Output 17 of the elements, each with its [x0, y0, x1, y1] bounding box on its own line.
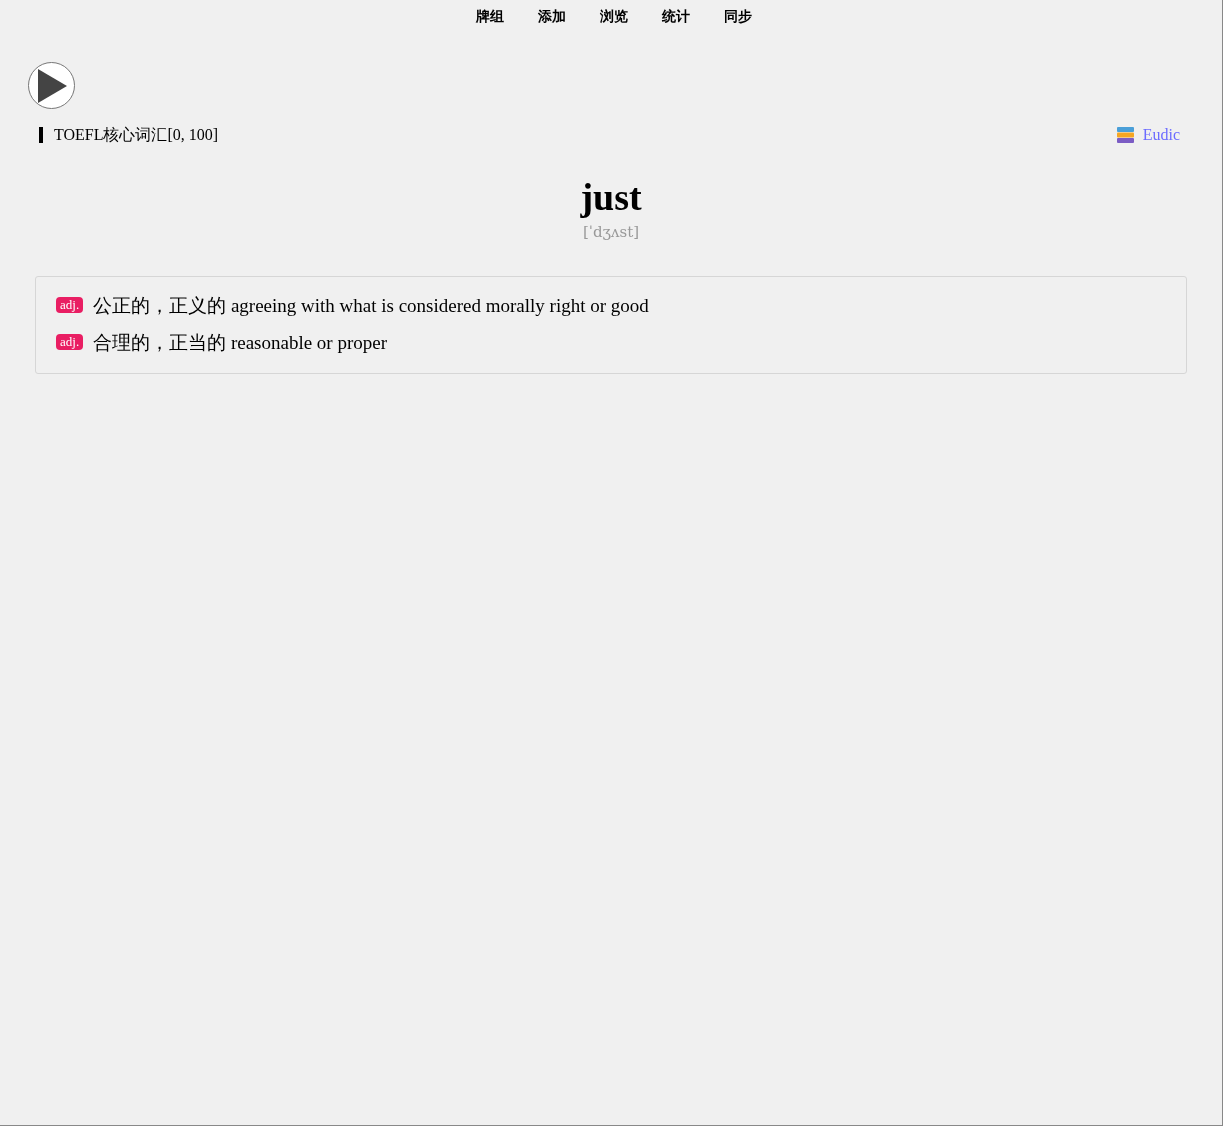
nav-link[interactable]: 浏览	[599, 6, 628, 26]
nav-link[interactable]: 统计	[661, 6, 690, 26]
nav-link[interactable]: 牌组	[475, 6, 504, 26]
part-of-speech-tag: adj.	[56, 334, 84, 350]
part-of-speech-tag: adj.	[56, 297, 84, 313]
deck-name: TOEFL核心词汇[0, 100]	[54, 125, 219, 145]
eudic-link[interactable]: Eudic	[1142, 123, 1180, 147]
phonetic: [ˈdʒʌst]	[582, 222, 640, 243]
definition-text: 公正的，正义的 agreeing with what is considered morally right or good	[93, 293, 649, 318]
nav-link[interactable]: 同步	[723, 6, 752, 26]
definition-text: 合理的，正当的 reasonable or proper	[93, 330, 388, 355]
nav-link[interactable]: 添加	[537, 6, 566, 26]
accent-bar	[39, 127, 43, 143]
play-icon	[36, 68, 67, 103]
word-title: just	[580, 175, 642, 219]
play-button[interactable]	[28, 62, 75, 109]
books-icon	[1116, 126, 1135, 144]
